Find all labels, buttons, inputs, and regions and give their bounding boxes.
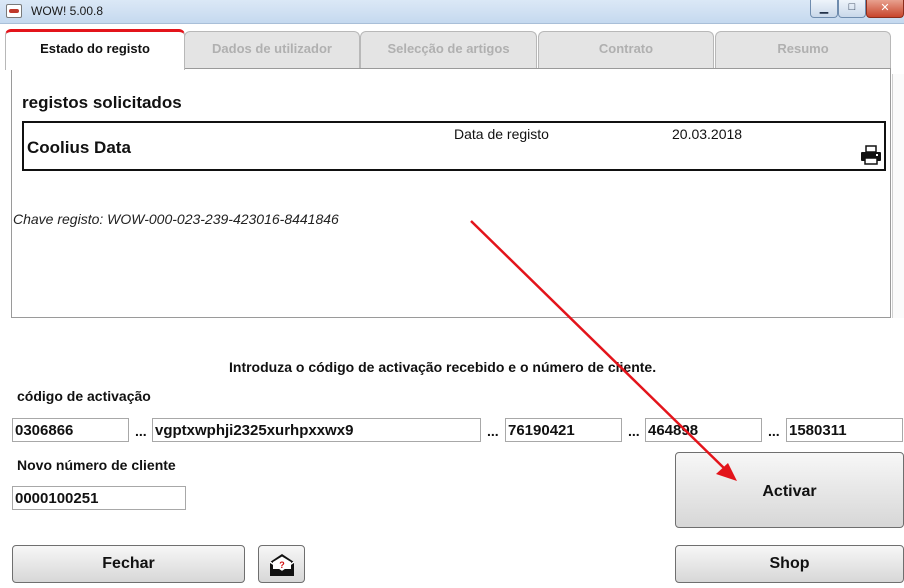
window-title: WOW! 5.00.8: [31, 4, 104, 18]
section-title: registos solicitados: [22, 93, 182, 112]
activation-code-field-3[interactable]: 76190421: [505, 418, 622, 442]
tab-contrato[interactable]: Contrato: [538, 31, 714, 69]
separator-dots: ...: [628, 423, 640, 439]
date-value: 20.03.2018: [672, 126, 743, 142]
activation-code-label: código de activação: [17, 388, 151, 404]
shop-button[interactable]: Shop: [675, 545, 904, 583]
registration-key: Chave registo: WOW-000-023-239-423016-84…: [13, 211, 339, 227]
client-number-label: Novo número de cliente: [17, 457, 176, 473]
title-bar: WOW! 5.00.8 ▁ □ ✕: [0, 0, 904, 24]
separator-dots: ...: [135, 423, 147, 439]
tab-strip: Estado do registo Dados de utilizador Se…: [0, 24, 904, 70]
activation-code-field-4[interactable]: 464898: [645, 418, 762, 442]
date-label: Data de registo: [454, 126, 549, 142]
mail-help-icon: ?: [269, 554, 295, 576]
activate-button[interactable]: Activar: [675, 452, 904, 528]
close-window-button[interactable]: ✕: [866, 0, 904, 18]
maximize-icon: □: [848, 1, 856, 13]
tab-dados-de-utilizador[interactable]: Dados de utilizador: [184, 31, 360, 69]
activation-code-field-5[interactable]: 1580311: [786, 418, 903, 442]
close-button[interactable]: Fechar: [12, 545, 245, 583]
minimize-icon: ▁: [819, 2, 829, 14]
company-name: Coolius Data: [27, 138, 131, 157]
separator-dots: ...: [768, 423, 780, 439]
maximize-button[interactable]: □: [838, 0, 866, 18]
tab-resumo[interactable]: Resumo: [715, 31, 891, 69]
panel-scrollbar[interactable]: [892, 74, 904, 318]
activation-code-field-1[interactable]: 0306866: [12, 418, 129, 442]
printer-icon[interactable]: [860, 144, 882, 166]
close-icon: ✕: [880, 2, 890, 14]
activation-code-field-2[interactable]: vgptxwphji2325xurhpxxwx9: [152, 418, 481, 442]
wow-app-icon[interactable]: [6, 4, 22, 18]
minimize-button[interactable]: ▁: [810, 0, 838, 18]
tab-estado-do-registo[interactable]: Estado do registo: [5, 29, 185, 70]
tab-seleccao-de-artigos[interactable]: Selecção de artigos: [360, 31, 537, 69]
activation-instruction: Introduza o código de activação recebido…: [229, 359, 657, 375]
client-number-field[interactable]: 0000100251: [12, 486, 186, 510]
separator-dots: ...: [487, 423, 499, 439]
mail-help-button[interactable]: ?: [258, 545, 305, 583]
